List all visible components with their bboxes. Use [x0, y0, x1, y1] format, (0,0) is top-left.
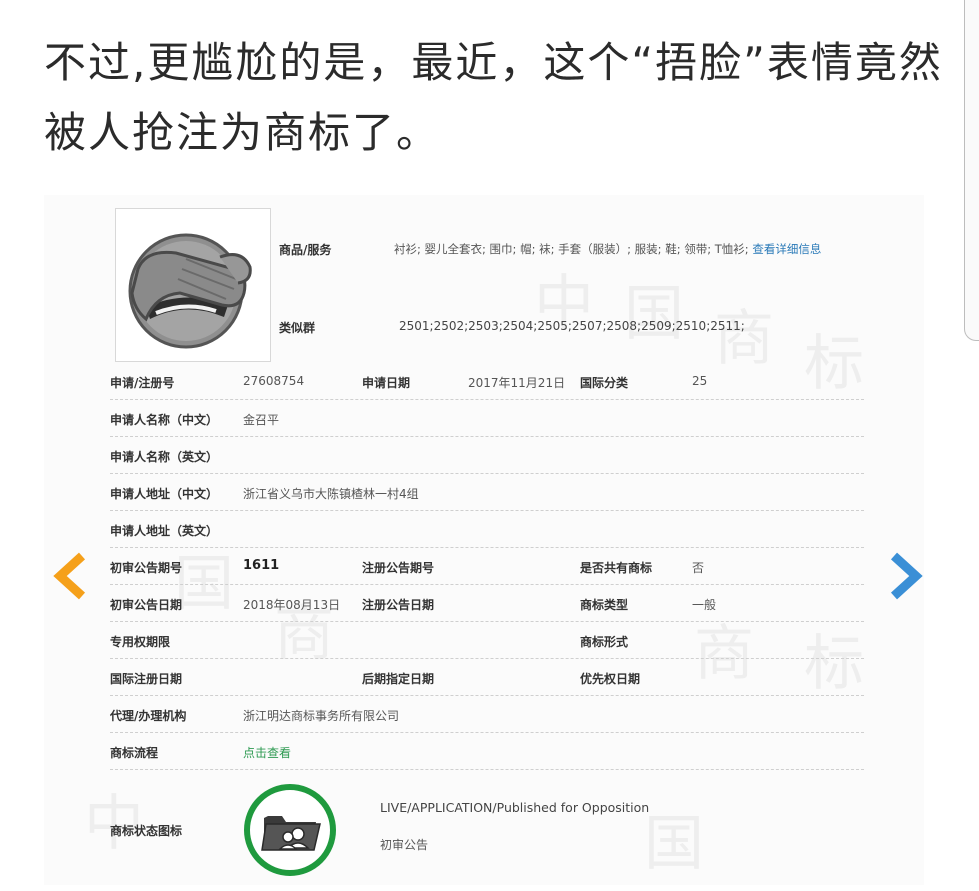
field-label: 代理/办理机构	[110, 709, 187, 723]
field-label: 商标类型	[580, 598, 629, 612]
field-label: 申请人地址（英文）	[110, 524, 219, 538]
table-row: 申请人地址（英文）	[110, 511, 864, 548]
table-row: 国际注册日期 后期指定日期 优先权日期	[110, 659, 864, 696]
table-row: 申请/注册号 27608754 申请日期 2017年11月21日 国际分类 25	[110, 363, 864, 400]
field-label: 国际分类	[580, 376, 629, 390]
table-row: 申请人名称（中文） 金召平	[110, 400, 864, 437]
trademark-type-value: 一般	[692, 598, 717, 612]
trademark-record-panel: 中 国 商 标 国 商 商 标 中 国 商品/服务 衬衫; 婴儿全套衣; 围巾;…	[44, 195, 924, 885]
goods-services-text: 衬衫; 婴儿全套衣; 围巾; 帽; 袜; 手套（服装）; 服装; 鞋; 领带; …	[394, 242, 753, 256]
similar-group-value: 2501;2502;2503;2504;2505;2507;2508;2509;…	[399, 319, 745, 333]
field-label: 注册公告期号	[362, 561, 435, 575]
status-icon-label: 商标状态图标	[110, 824, 183, 838]
registration-number: 27608754	[243, 374, 305, 388]
field-label: 后期指定日期	[362, 672, 435, 686]
watermark-char: 国	[624, 279, 684, 349]
chevron-left-icon[interactable]	[52, 552, 88, 600]
similar-group-label: 类似群	[279, 321, 316, 335]
field-label: 商标形式	[580, 635, 629, 649]
view-process-link[interactable]: 点击查看	[243, 744, 291, 761]
field-label: 是否共有商标	[580, 561, 653, 575]
trademark-image	[115, 208, 271, 362]
facepalm-emoji-icon	[128, 233, 252, 349]
shared-folder-icon	[244, 784, 336, 876]
field-label: 国际注册日期	[110, 672, 183, 686]
preliminary-announcement-number: 1611	[243, 558, 280, 573]
applicant-name-cn: 金召平	[243, 413, 280, 427]
field-label: 申请人名称（中文）	[110, 413, 219, 427]
post-headline: 不过,更尴尬的是，最近，这个“捂脸”表情竟然被人抢注为商标了。	[44, 38, 943, 157]
field-label: 初审公告期号	[110, 561, 183, 575]
field-label: 优先权日期	[580, 672, 641, 686]
international-class: 25	[692, 374, 708, 388]
table-row: 商标流程 点击查看	[110, 733, 864, 770]
scrollbar-edge[interactable]	[964, 0, 979, 341]
shared-trademark-value: 否	[692, 561, 705, 575]
field-label: 注册公告日期	[362, 598, 435, 612]
field-label: 申请人名称（英文）	[110, 450, 219, 464]
view-details-link[interactable]: 查看详细信息	[752, 242, 821, 256]
field-label: 申请人地址（中文）	[110, 487, 219, 501]
field-label: 申请/注册号	[110, 376, 175, 390]
status-row: 商标状态图标 LIVE/APPLICATION/Published for Op…	[110, 770, 864, 890]
status-chinese: 初审公告	[380, 838, 429, 852]
field-label: 初审公告日期	[110, 598, 183, 612]
status-english: LIVE/APPLICATION/Published for Oppositio…	[380, 800, 650, 815]
table-row: 代理/办理机构 浙江明达商标事务所有限公司	[110, 696, 864, 733]
field-label: 商标流程	[110, 746, 159, 760]
applicant-address-cn: 浙江省义乌市大陈镇楂林一村4组	[243, 487, 419, 501]
field-label: 专用权期限	[110, 635, 171, 649]
table-row: 专用权期限 商标形式	[110, 622, 864, 659]
preliminary-announcement-date: 2018年08月13日	[243, 598, 341, 612]
chevron-right-icon[interactable]	[888, 552, 924, 600]
table-row: 申请人名称（英文）	[110, 437, 864, 474]
goods-services-value: 衬衫; 婴儿全套衣; 围巾; 帽; 袜; 手套（服装）; 服装; 鞋; 领带; …	[394, 241, 821, 257]
table-row: 初审公告日期 2018年08月13日 注册公告日期 商标类型 一般	[110, 585, 864, 622]
agency-name: 浙江明达商标事务所有限公司	[243, 709, 400, 723]
table-row: 初审公告期号 1611 注册公告期号 是否共有商标 否	[110, 548, 864, 585]
goods-services-label: 商品/服务	[279, 243, 332, 257]
record-table: 申请/注册号 27608754 申请日期 2017年11月21日 国际分类 25…	[110, 363, 864, 890]
table-row: 申请人地址（中文） 浙江省义乌市大陈镇楂林一村4组	[110, 474, 864, 511]
application-date: 2017年11月21日	[468, 376, 566, 390]
field-label: 申请日期	[362, 376, 411, 390]
